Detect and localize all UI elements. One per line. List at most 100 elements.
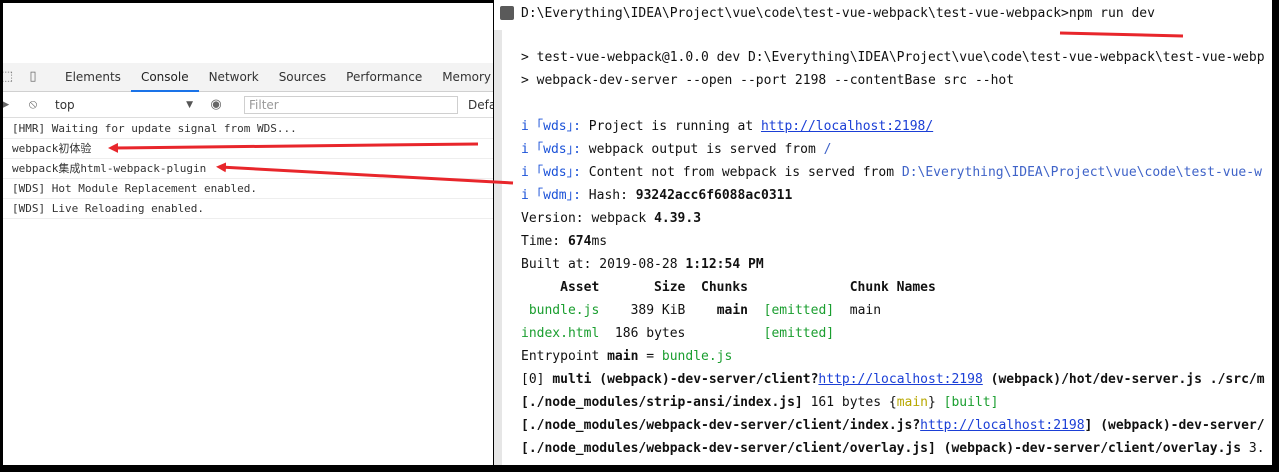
line-text: Version: webpack — [521, 211, 655, 226]
devtools-panel: ⬚ ▯ Elements Console Network Sources Per… — [3, 3, 493, 465]
console-line: [WDS] Live Reloading enabled. — [3, 199, 493, 219]
context-select[interactable]: top ▼ — [55, 96, 197, 114]
output-path: / — [823, 142, 832, 157]
terminal-line: Built at: 2019-08-28 1:12:54 PM — [521, 253, 1279, 276]
chunk-name: main — [849, 303, 882, 318]
frame-border-right — [1272, 0, 1279, 472]
wds-prefix: i ｢wds｣: — [521, 119, 589, 134]
command-prompt: D:\Everything\IDEA\Project\vue\code\test… — [521, 6, 1155, 21]
module-name: (webpack)/hot/dev-server.js ./src/m — [982, 372, 1265, 387]
line-text: = — [638, 349, 662, 364]
version-value: 4.39.3 — [654, 211, 702, 226]
asset-size: 186 bytes — [599, 326, 686, 341]
terminal-line: [./node_modules/strip-ansi/index.js] 161… — [521, 391, 1279, 414]
line-text: Built at: 2019-08-28 — [521, 257, 686, 272]
asset-name: index.html — [521, 326, 600, 341]
line-text: Project is running at — [588, 119, 761, 134]
module-name: multi (webpack)-dev-server/client? — [552, 372, 819, 387]
terminal-line: Version: webpack 4.39.3 — [521, 207, 1279, 230]
tab-performance[interactable]: Performance — [336, 63, 432, 92]
asset-table-header: Asset Size Chunks Chunk Names — [521, 280, 936, 295]
device-toolbar-icon[interactable]: ▯ — [25, 69, 41, 85]
console-line: [HMR] Waiting for update signal from WDS… — [3, 119, 493, 139]
log-levels-select[interactable]: Defa — [468, 96, 493, 114]
module-name: (webpack)-dev-server/ — [1100, 418, 1265, 433]
tab-elements[interactable]: Elements — [55, 63, 131, 92]
hash-value: 93242acc6f6088ac0311 — [635, 188, 793, 203]
tab-network[interactable]: Network — [199, 63, 269, 92]
screenshot-frame: ⬚ ▯ Elements Console Network Sources Per… — [0, 0, 1279, 472]
localhost-link[interactable]: http://localhost:2198 — [818, 372, 982, 387]
wdm-prefix: i ｢wdm｣: — [521, 188, 589, 203]
terminal-icon — [500, 6, 514, 20]
line-text: Content not from webpack is served from — [588, 165, 902, 180]
clear-console-icon[interactable]: ⦸ — [25, 97, 41, 113]
line-text: } — [928, 395, 944, 410]
dropdown-arrow-icon: ▼ — [186, 100, 193, 110]
entry-file: bundle.js — [661, 349, 733, 364]
terminal-line: > test-vue-webpack@1.0.0 dev D:\Everythi… — [521, 50, 1265, 65]
asset-row: bundle.js 389 KiB main [emitted] main — [521, 299, 1279, 322]
localhost-link[interactable]: http://localhost:2198/ — [761, 119, 933, 134]
line-text: webpack output is served from — [588, 142, 824, 157]
terminal-output: > test-vue-webpack@1.0.0 dev D:\Everythi… — [521, 46, 1279, 460]
asset-name: bundle.js — [521, 303, 600, 318]
emitted-tag: [emitted] — [763, 326, 835, 341]
terminal-line: [./node_modules/webpack-dev-server/clien… — [521, 414, 1279, 437]
asset-size: 389 KiB — [599, 303, 686, 318]
console-output: [HMR] Waiting for update signal from WDS… — [3, 119, 493, 219]
wds-prefix: i ｢wds｣: — [521, 165, 589, 180]
filter-input[interactable]: Filter — [244, 96, 458, 114]
terminal-scrollbar[interactable] — [494, 30, 502, 472]
module-name: [./node_modules/webpack-dev-server/clien… — [521, 441, 936, 456]
terminal-line: i ｢wds｣: Project is running at http://lo… — [521, 115, 1279, 138]
terminal-line: [0] multi (webpack)-dev-server/client?ht… — [521, 368, 1279, 391]
devtools-tabs: Elements Console Network Sources Perform… — [55, 63, 493, 92]
inspect-element-icon[interactable]: ⬚ — [3, 69, 15, 85]
localhost-link[interactable]: http://localhost:2198 — [920, 418, 1084, 433]
terminal-line: Entrypoint main = bundle.js — [521, 345, 1279, 368]
console-line: webpack集成html-webpack-plugin — [3, 159, 493, 179]
module-name: ] — [1084, 418, 1101, 433]
terminal-line: i ｢wds｣: webpack output is served from / — [521, 138, 1279, 161]
tab-console[interactable]: Console — [130, 63, 199, 92]
emitted-tag: [emitted] — [763, 303, 835, 318]
console-line: webpack初体验 — [3, 139, 493, 159]
terminal-line: [./node_modules/webpack-dev-server/clien… — [521, 437, 1279, 460]
time-unit: ms — [591, 234, 608, 249]
line-text: Entrypoint — [521, 349, 608, 364]
tab-memory[interactable]: Memory — [432, 63, 493, 92]
module-name: (webpack)-dev-server/client/overlay.js — [935, 441, 1242, 456]
terminal-line: i ｢wds｣: Content not from webpack is ser… — [521, 161, 1279, 184]
built-tag: [built] — [943, 395, 999, 410]
console-toolbar: ▸ ⦸ top ▼ ◉ Filter Defa — [3, 92, 493, 118]
chunk-tag: main — [896, 395, 928, 410]
module-id: [0] — [521, 372, 553, 387]
module-name: [./node_modules/webpack-dev-server/clien… — [521, 418, 921, 433]
terminal-command-line: D:\Everything\IDEA\Project\vue\code\test… — [494, 0, 1279, 30]
tab-sources[interactable]: Sources — [269, 63, 336, 92]
eye-icon[interactable]: ◉ — [208, 97, 224, 113]
console-line: [WDS] Hot Module Replacement enabled. — [3, 179, 493, 199]
entry-name: main — [607, 349, 639, 364]
module-name: [./node_modules/strip-ansi/index.js] — [521, 395, 803, 410]
line-text: Hash: — [588, 188, 636, 203]
terminal-line: > webpack-dev-server --open --port 2198 … — [521, 73, 1015, 88]
line-text: 161 bytes { — [802, 395, 897, 410]
frame-border-bottom — [0, 465, 1279, 472]
terminal-line: Time: 674ms — [521, 230, 1279, 253]
content-path: D:\Everything\IDEA\Project\vue\code\test… — [901, 165, 1262, 180]
context-value: top — [55, 98, 75, 112]
wds-prefix: i ｢wds｣: — [521, 142, 589, 157]
terminal-line: i ｢wdm｣: Hash: 93242acc6f6088ac0311 — [521, 184, 1279, 207]
show-sidebar-icon[interactable]: ▸ — [3, 97, 14, 113]
line-text: 3. — [1241, 441, 1265, 456]
terminal-window: D:\Everything\IDEA\Project\vue\code\test… — [494, 0, 1279, 472]
built-time: 1:12:54 PM — [685, 257, 764, 272]
devtools-tab-bar: ⬚ ▯ Elements Console Network Sources Per… — [3, 63, 493, 92]
line-text: Time: — [521, 234, 568, 249]
asset-row: index.html 186 bytes [emitted] — [521, 322, 1279, 345]
time-value: 674 — [567, 234, 592, 249]
asset-chunk: main — [716, 303, 748, 318]
